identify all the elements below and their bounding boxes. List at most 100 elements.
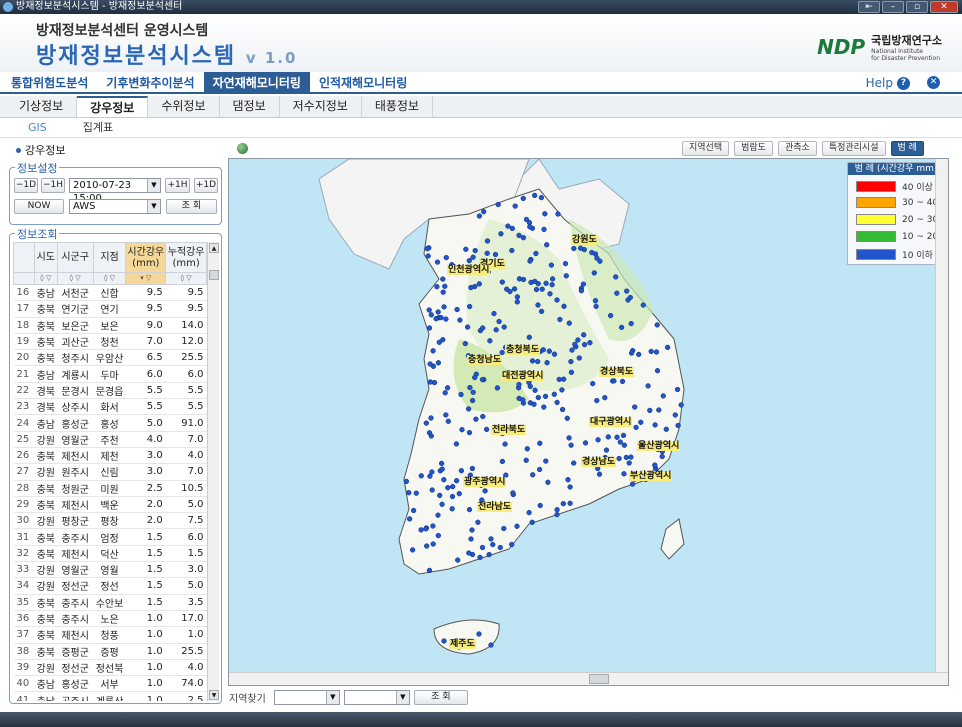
legend-toggle-button[interactable]: 범 례	[890, 141, 924, 156]
station-dot[interactable]	[532, 192, 538, 199]
table-row[interactable]: 28 충북 청원군 미원 2.5 10.5	[13, 480, 207, 497]
tab-weather[interactable]: 기상정보	[6, 96, 78, 117]
station-dot[interactable]	[516, 395, 522, 402]
station-dot[interactable]	[464, 324, 471, 330]
station-dot[interactable]	[496, 318, 502, 325]
station-dot[interactable]	[595, 437, 601, 443]
station-dot[interactable]	[581, 341, 588, 348]
station-dot[interactable]	[479, 376, 486, 383]
station-dot[interactable]	[484, 238, 491, 244]
station-dot[interactable]	[602, 395, 608, 401]
station-dot[interactable]	[672, 412, 678, 418]
station-dot[interactable]	[427, 361, 433, 367]
station-dot[interactable]	[614, 290, 620, 296]
col-header-station[interactable]: 지점	[92, 242, 127, 273]
station-dot[interactable]	[567, 500, 573, 506]
station-dot[interactable]	[520, 195, 526, 202]
station-dot[interactable]	[457, 317, 463, 323]
station-dot[interactable]	[429, 487, 435, 493]
station-dot[interactable]	[603, 447, 610, 453]
tab-water-level[interactable]: 수위정보	[148, 96, 220, 117]
station-dot[interactable]	[524, 446, 530, 452]
station-dot[interactable]	[628, 350, 635, 356]
station-dot[interactable]	[509, 247, 515, 254]
help-link[interactable]: Help?	[866, 76, 910, 90]
station-dot[interactable]	[566, 320, 572, 326]
station-dot[interactable]	[426, 307, 432, 313]
stations-button[interactable]: 관측소	[777, 141, 817, 156]
station-dot[interactable]	[530, 472, 536, 478]
station-dot[interactable]	[619, 378, 626, 385]
station-dot[interactable]	[568, 369, 575, 375]
station-dot[interactable]	[633, 424, 639, 431]
station-dot[interactable]	[424, 543, 430, 549]
source-select[interactable]: AWS ▼	[69, 199, 161, 214]
filter-icon[interactable]: ◊ ▽	[56, 272, 94, 285]
station-dot[interactable]	[466, 429, 473, 436]
minus-1d-button[interactable]: −1D	[14, 178, 38, 193]
station-dot[interactable]	[428, 415, 434, 421]
table-row[interactable]: 37 충북 제천시 청풍 1.0 1.0	[13, 626, 207, 644]
table-row[interactable]: 19 충북 괴산군 청천 7.0 12.0	[13, 333, 207, 351]
station-dot[interactable]	[516, 381, 522, 388]
gis-map[interactable]: 범 례 (시간강우 mm) 40 이상 30 ~ 40 20 ~ 30 10 ~ 20…	[228, 158, 949, 686]
station-dot[interactable]	[647, 407, 653, 414]
station-dot[interactable]	[458, 391, 464, 398]
station-dot[interactable]	[576, 355, 582, 361]
tab-typhoon[interactable]: 태풍정보	[362, 96, 434, 117]
filter-icon[interactable]: ◊ ▽	[33, 272, 58, 285]
station-dot[interactable]	[456, 491, 462, 497]
station-dot[interactable]	[406, 516, 413, 522]
table-row[interactable]: 24 충남 홍성군 홍성 5.0 91.0	[13, 414, 207, 432]
station-dot[interactable]	[659, 453, 665, 460]
station-dot[interactable]	[613, 274, 619, 280]
tab-rainfall[interactable]: 강우정보	[77, 96, 149, 117]
station-dot[interactable]	[638, 419, 644, 425]
station-dot[interactable]	[590, 380, 596, 387]
station-dot[interactable]	[597, 258, 603, 264]
station-dot[interactable]	[561, 303, 567, 309]
station-dot[interactable]	[476, 281, 482, 287]
station-dot[interactable]	[544, 242, 550, 248]
station-dot[interactable]	[544, 360, 550, 366]
station-dot[interactable]	[472, 247, 478, 254]
station-dot[interactable]	[520, 276, 527, 283]
station-dot[interactable]	[441, 304, 447, 310]
station-dot[interactable]	[624, 288, 630, 294]
flood-map-button[interactable]: 범람도	[734, 141, 773, 156]
station-dot[interactable]	[482, 488, 488, 494]
station-dot[interactable]	[526, 334, 532, 340]
station-dot[interactable]	[462, 340, 468, 347]
station-dot[interactable]	[593, 303, 599, 310]
station-dot[interactable]	[523, 216, 530, 223]
station-dot[interactable]	[587, 340, 593, 346]
station-dot[interactable]	[480, 413, 486, 420]
station-dot[interactable]	[441, 477, 447, 483]
station-dot[interactable]	[455, 557, 461, 563]
station-dot[interactable]	[409, 547, 416, 553]
table-row[interactable]: 26 충북 제천시 제천 3.0 4.0	[13, 447, 207, 465]
table-row[interactable]: 39 강원 정선군 정선북 1.0 4.0	[13, 659, 207, 677]
station-dot[interactable]	[427, 379, 434, 385]
station-dot[interactable]	[629, 481, 636, 487]
station-dot[interactable]	[440, 337, 446, 343]
station-dot[interactable]	[499, 279, 505, 285]
station-dot[interactable]	[413, 490, 419, 496]
map-horizontal-scrollbar[interactable]	[229, 672, 948, 685]
station-dot[interactable]	[554, 511, 560, 518]
table-row[interactable]: 29 충북 제천시 백운 2.0 5.0	[13, 496, 207, 514]
station-dot[interactable]	[648, 348, 654, 355]
station-dot[interactable]	[540, 347, 546, 353]
maximize-button[interactable]: ▫	[906, 1, 928, 13]
station-dot[interactable]	[466, 506, 473, 513]
station-dot[interactable]	[495, 201, 501, 208]
station-dot[interactable]	[418, 473, 424, 479]
station-dot[interactable]	[477, 554, 483, 561]
table-row[interactable]: 20 충북 청주시 우암산 6.5 25.5	[13, 349, 207, 367]
station-dot[interactable]	[535, 394, 541, 401]
station-dot[interactable]	[410, 507, 417, 514]
station-dot[interactable]	[435, 512, 441, 518]
station-dot[interactable]	[434, 284, 440, 290]
station-dot[interactable]	[445, 485, 451, 491]
station-dot[interactable]	[430, 523, 436, 529]
